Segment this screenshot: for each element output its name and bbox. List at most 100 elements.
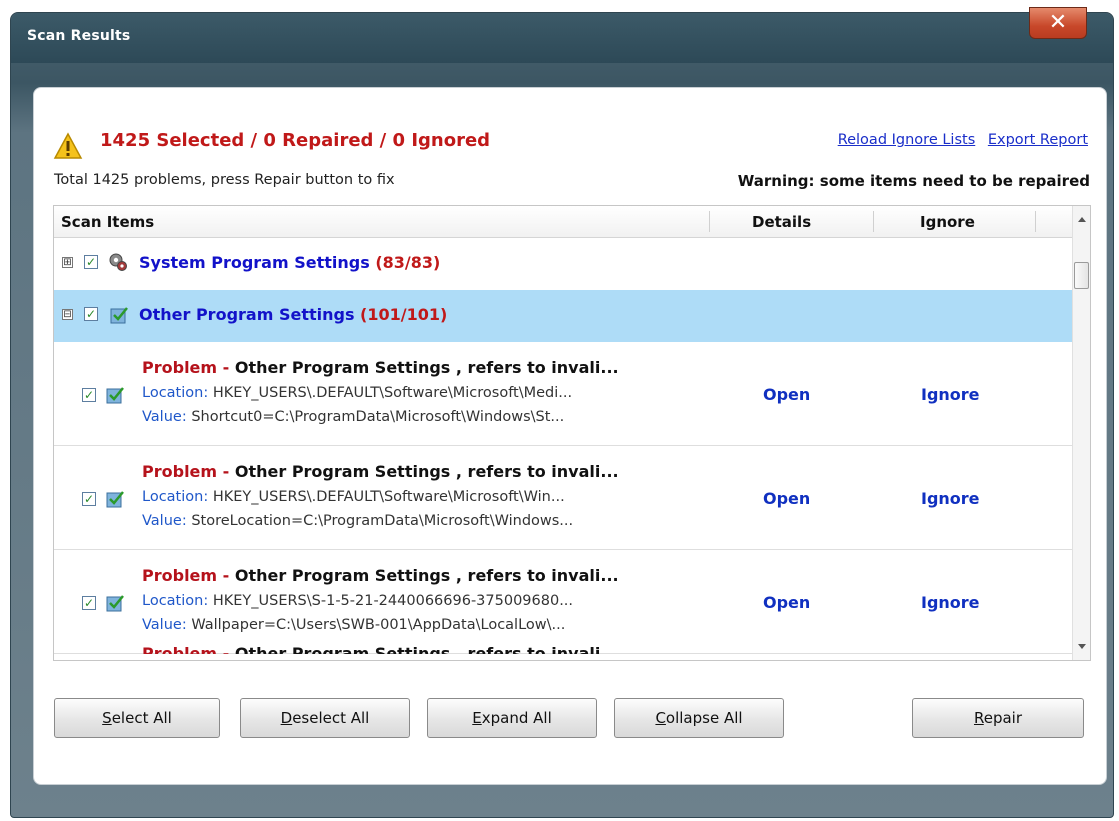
group-label: Other Program Settings (101/101) [139,305,447,324]
location-line: Location: HKEY_USERS\.DEFAULT\Software\M… [142,489,565,505]
expand-icon[interactable]: ⊞ [62,257,73,268]
problem-text: Other Program Settings , refers to inval… [234,358,619,377]
reload-ignore-lists-link[interactable]: Reload Ignore Lists [838,132,976,148]
problem-prefix: Problem [142,566,218,585]
problem-title: Problem - Other Program Settings , refer… [142,358,619,377]
repair-button[interactable]: Repair [912,698,1084,738]
group-checkbox[interactable]: ✓ [84,255,98,269]
deselect-all-mnemonic: D [280,709,293,727]
ignore-link[interactable]: Ignore [921,593,980,612]
value-key: Value: [142,617,187,633]
header-links: Reload Ignore Lists Export Report [830,132,1088,148]
group-count: (101/101) [360,305,448,324]
column-divider [709,211,710,232]
group-label: System Program Settings (83/83) [139,253,440,272]
ignore-link[interactable]: Ignore [921,489,980,508]
vertical-scrollbar[interactable] [1072,206,1090,660]
column-details[interactable]: Details [752,213,811,231]
collapse-all-label: ollapse All [665,709,743,727]
scan-results-window: Scan Results ✕ 1425 Selected / 0 Repaire… [10,7,1114,818]
repair-mnemonic: R [973,709,984,727]
column-divider [873,211,874,232]
group-name: System Program Settings [139,253,370,272]
scan-items-list[interactable]: Scan Items Details Ignore ⊞ ✓ System Pro… [53,205,1091,661]
problem-sep: - [217,462,235,481]
select-all-label: elect All [111,709,172,727]
row-checkbox[interactable]: ✓ [82,492,96,506]
location-key: Location: [142,385,209,401]
warning-icon [53,132,83,159]
group-count: (83/83) [375,253,441,272]
expand-all-label: xpand All [481,709,552,727]
open-link[interactable]: Open [763,593,810,612]
location-value: HKEY_USERS\S-1-5-21-2440066696-375009680… [208,593,574,609]
location-key: Location: [142,593,209,609]
close-icon[interactable]: ✕ [1029,7,1087,39]
value-value: StoreLocation=C:\ProgramData\Microsoft\W… [186,513,574,529]
row-checkbox[interactable]: ✓ [82,388,96,402]
collapse-icon[interactable]: ⊟ [62,309,73,320]
location-line: Location: HKEY_USERS\.DEFAULT\Software\M… [142,385,572,401]
deselect-all-button[interactable]: Deselect All [240,698,410,738]
scroll-thumb[interactable] [1074,262,1089,289]
deselect-all-label: eselect All [292,709,370,727]
group-other-program-settings[interactable]: ⊟ ✓ Other Program Settings (101/101) [54,290,1072,342]
location-line: Location: HKEY_USERS\S-1-5-21-2440066696… [142,593,573,609]
collapse-all-mnemonic: C [655,709,666,727]
column-scan-items[interactable]: Scan Items [61,213,154,231]
value-key: Value: [142,513,187,529]
value-key: Value: [142,409,187,425]
problem-text: Other Program Settings , refers to inval… [234,462,619,481]
group-checkbox[interactable]: ✓ [84,307,98,321]
open-link[interactable]: Open [763,489,810,508]
problem-text: Other Program Settings , refers to inval… [234,566,619,585]
collapse-all-button[interactable]: Collapse All [614,698,784,738]
partial-problem-title: Problem - Other Program Settings , refer… [142,644,702,654]
value-value: Shortcut0=C:\ProgramData\Microsoft\Windo… [186,409,565,425]
results-panel: 1425 Selected / 0 Repaired / 0 Ignored R… [33,87,1107,785]
registry-check-icon [110,307,128,324]
problem-row[interactable]: ✓ Problem - Other Program Settings , ref… [54,342,1072,446]
problem-row[interactable]: ✓ Problem - Other Program Settings , ref… [54,550,1072,654]
repair-label: epair [983,709,1023,727]
problem-sep: - [217,358,235,377]
gears-icon [109,253,127,271]
problem-title: Problem - Other Program Settings , refer… [142,566,619,585]
problem-sep: - [217,566,235,585]
column-divider [1035,211,1036,232]
value-value: Wallpaper=C:\Users\SWB-001\AppData\Local… [186,617,566,633]
list-header: Scan Items Details Ignore [54,206,1072,238]
value-line: Value: Shortcut0=C:\ProgramData\Microsof… [142,409,564,425]
title-bar[interactable]: Scan Results [11,13,1113,63]
registry-check-icon [106,595,124,612]
registry-check-icon [106,491,124,508]
open-link[interactable]: Open [763,385,810,404]
export-report-link[interactable]: Export Report [988,132,1088,148]
scroll-down-icon[interactable] [1078,644,1086,649]
scroll-up-icon[interactable] [1078,217,1086,222]
group-system-program-settings[interactable]: ⊞ ✓ System Program Settings (83/83) [54,238,1072,290]
problem-prefix: Problem [142,358,218,377]
expand-all-mnemonic: E [472,709,482,727]
problem-sep: - [217,644,235,654]
row-checkbox[interactable]: ✓ [82,596,96,610]
registry-check-icon [106,387,124,404]
select-all-mnemonic: S [102,709,112,727]
select-all-button[interactable]: Select All [54,698,220,738]
column-ignore[interactable]: Ignore [920,213,975,231]
problem-row[interactable]: ✓ Problem - Other Program Settings , ref… [54,446,1072,550]
warning-text: Warning: some items need to be repaired [737,172,1090,190]
problem-text: Other Program Settings , refers to inval… [234,644,619,654]
ignore-link[interactable]: Ignore [921,385,980,404]
expand-all-button[interactable]: Expand All [427,698,597,738]
value-line: Value: Wallpaper=C:\Users\SWB-001\AppDat… [142,617,565,633]
location-key: Location: [142,489,209,505]
problem-prefix: Problem [142,644,218,654]
window-title: Scan Results [27,28,131,44]
group-name: Other Program Settings [139,305,355,324]
problem-title: Problem - Other Program Settings , refer… [142,462,619,481]
summary-subtext: Total 1425 problems, press Repair button… [54,172,395,188]
location-value: HKEY_USERS\.DEFAULT\Software\Microsoft\M… [208,385,573,401]
value-line: Value: StoreLocation=C:\ProgramData\Micr… [142,513,573,529]
location-value: HKEY_USERS\.DEFAULT\Software\Microsoft\W… [208,489,565,505]
